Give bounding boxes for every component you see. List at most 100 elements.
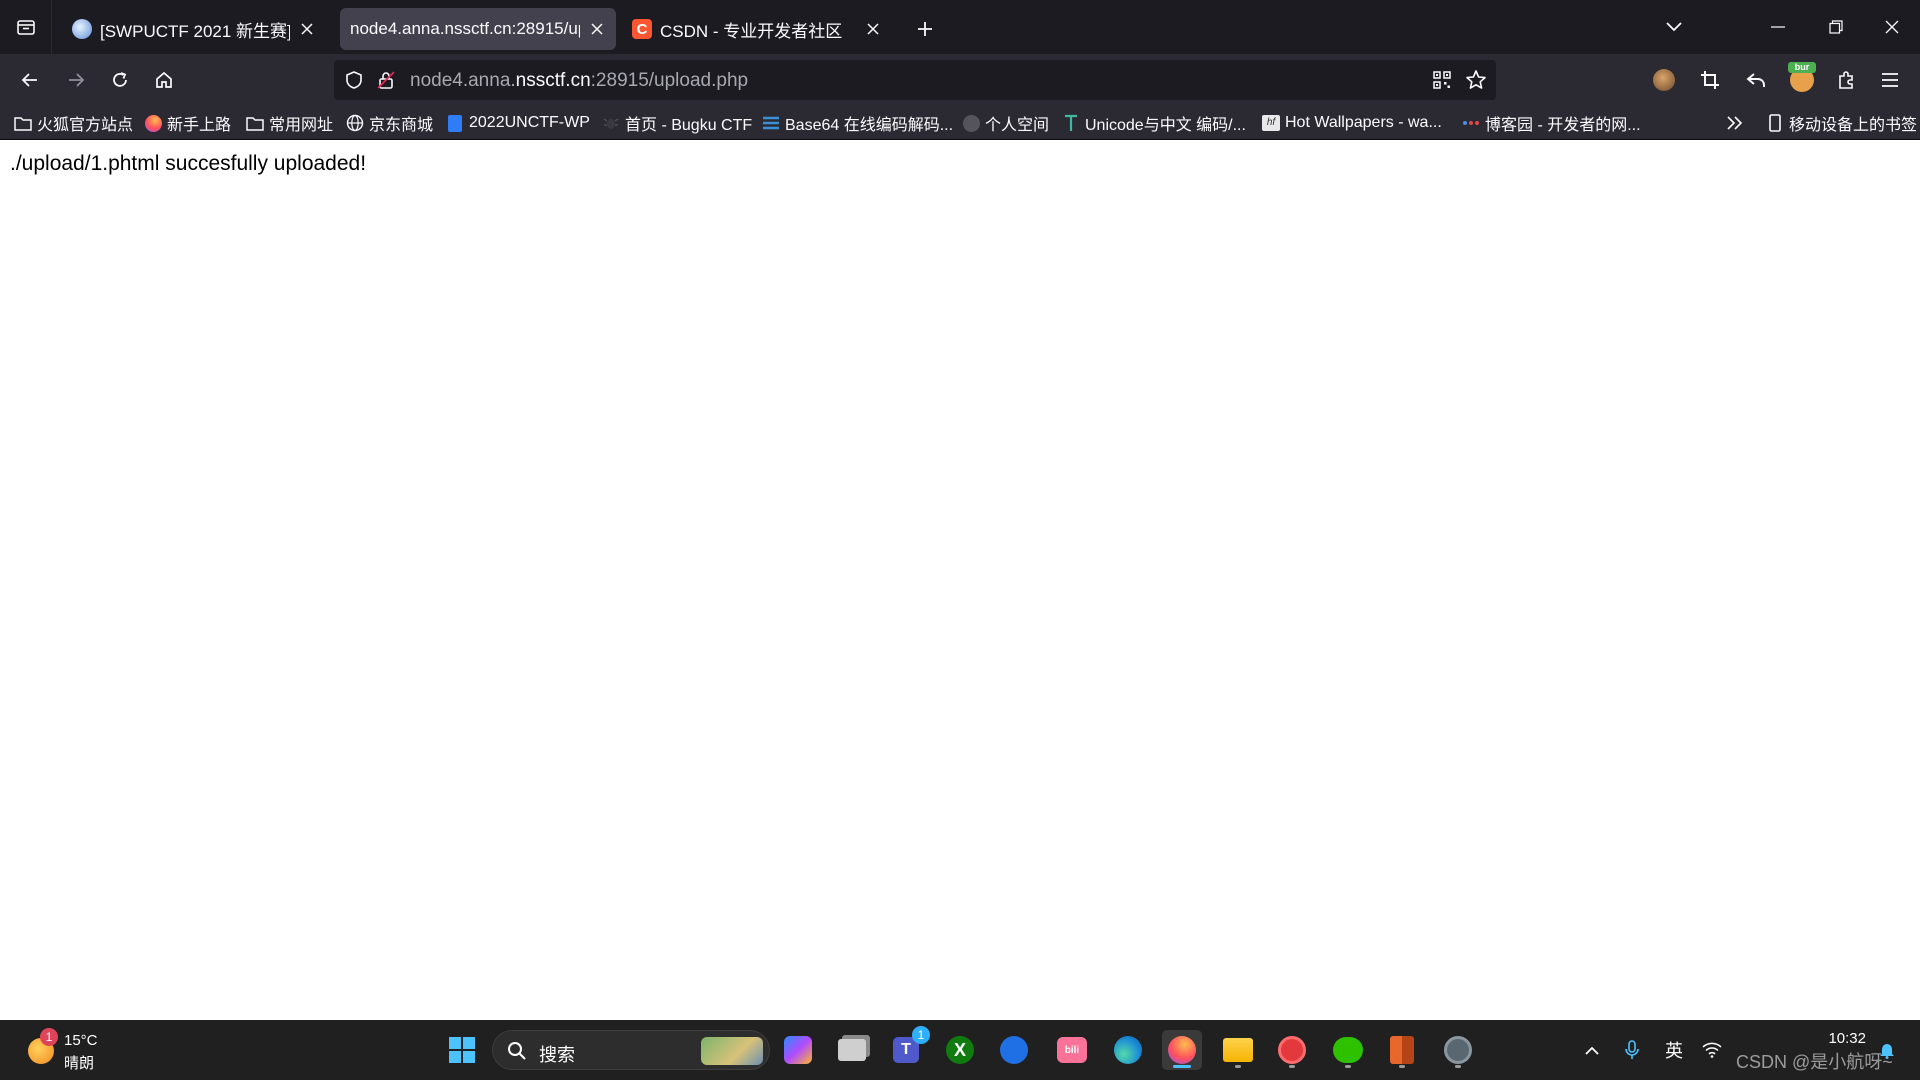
burp-suite-icon <box>1390 1036 1414 1064</box>
close-icon <box>1885 20 1899 34</box>
active-indicator <box>1173 1065 1191 1068</box>
new-tab-button[interactable] <box>910 14 940 44</box>
taskbar-app-edge[interactable] <box>1108 1030 1148 1070</box>
app-menu-button[interactable] <box>1872 62 1908 98</box>
mobile-device-icon <box>1766 114 1784 132</box>
forward-button[interactable] <box>58 62 94 98</box>
search-label: 搜索 <box>539 1045 575 1065</box>
close-window-button[interactable] <box>1864 0 1920 54</box>
sync-icon <box>1444 1036 1472 1064</box>
running-indicator <box>1345 1065 1351 1068</box>
bookmark-folder-firefox-sites[interactable]: 火狐官方站点 <box>14 110 133 136</box>
reload-button[interactable] <box>102 62 138 98</box>
microphone-button[interactable] <box>1620 1036 1644 1064</box>
tab-upload-php[interactable]: node4.anna.nssctf.cn:28915/upload.php <box>340 8 616 50</box>
input-method-indicator[interactable]: 英 <box>1660 1036 1688 1064</box>
bookmark-hot-wallpapers[interactable]: hf Hot Wallpapers - wa... <box>1262 110 1442 136</box>
bookmark-label: 首页 - Bugku CTF <box>625 117 753 134</box>
wifi-button[interactable] <box>1700 1036 1724 1064</box>
navigation-toolbar: node4.anna.nssctf.cn:28915/upload.php bu… <box>0 54 1920 106</box>
running-indicator <box>1289 1065 1295 1068</box>
page-content: ./upload/1.phtml succesfully uploaded! <box>0 140 1920 1020</box>
restore-button[interactable] <box>1808 0 1864 54</box>
running-indicator <box>1235 1065 1241 1068</box>
weather-widget[interactable]: 1 15°C 晴朗 <box>24 1028 114 1072</box>
puzzle-icon <box>1839 71 1853 89</box>
bookmark-label: 个人空间 <box>985 117 1050 134</box>
csdn-watermark: CSDN @是小航呀~ <box>1736 1052 1893 1072</box>
plus-icon <box>918 22 932 36</box>
bookmark-cnblogs[interactable]: 博客园 - 开发者的网... <box>1462 110 1641 136</box>
running-indicator <box>1455 1065 1461 1068</box>
taskbar-app-file-explorer[interactable] <box>1218 1030 1258 1070</box>
taskbar-app-xbox[interactable]: X <box>940 1030 980 1070</box>
taskbar-search[interactable]: 搜索 <box>492 1030 770 1070</box>
url-host: nssctf.cn <box>515 70 591 91</box>
tab-list-button[interactable] <box>0 0 52 54</box>
arrow-left-icon <box>21 73 37 87</box>
back-button[interactable] <box>12 62 48 98</box>
bookmark-personal-space[interactable]: 个人空间 <box>962 110 1049 136</box>
circle-icon <box>962 114 980 132</box>
qr-code-icon[interactable] <box>1430 68 1454 92</box>
burp-proxy-extension-button[interactable]: bur <box>1784 62 1820 98</box>
tracking-protection-shield-icon[interactable] <box>342 68 366 92</box>
bookmark-bugku[interactable]: 首页 - Bugku CTF <box>602 110 752 136</box>
folder-icon <box>14 114 32 132</box>
reload-icon <box>113 72 127 87</box>
screenshot-button[interactable] <box>1692 62 1728 98</box>
extensions-button[interactable] <box>1828 62 1864 98</box>
search-highlight-illustration-icon <box>701 1037 763 1065</box>
taskbar-app-burp-suite[interactable] <box>1382 1030 1422 1070</box>
taskbar-app-feishu[interactable] <box>994 1030 1034 1070</box>
folder-icon <box>1223 1038 1253 1062</box>
url-prefix: node4.anna. <box>410 70 516 91</box>
taskbar-app-firefox[interactable] <box>1162 1030 1202 1070</box>
stack-icon <box>762 114 780 132</box>
double-chevron-right-icon <box>1727 116 1743 130</box>
start-button[interactable] <box>442 1030 482 1070</box>
bookmark-base64[interactable]: Base64 在线编码解码... <box>762 110 953 136</box>
clock[interactable]: 10:32 <box>1826 1030 1866 1047</box>
weather-temp: 15°C <box>64 1032 98 1049</box>
bookmark-label: 移动设备上的书签 <box>1789 117 1918 134</box>
taskbar-app-bilibili[interactable]: bili <box>1052 1030 1092 1070</box>
taskbar-app-wechat[interactable] <box>1328 1030 1368 1070</box>
home-icon <box>156 71 172 88</box>
taskbar-app-sync[interactable] <box>1438 1030 1478 1070</box>
close-tab-icon[interactable] <box>298 20 316 38</box>
close-tab-icon[interactable] <box>864 20 882 38</box>
bookmark-star-icon[interactable] <box>1464 68 1488 92</box>
taskbar-app-teams[interactable]: T 1 <box>886 1026 930 1070</box>
bookmark-label: 火狐官方站点 <box>37 117 134 134</box>
avatar-extension-button[interactable] <box>1646 62 1682 98</box>
show-hidden-icons-button[interactable] <box>1580 1036 1604 1064</box>
bookmark-unicode-converter[interactable]: Unicode与中文 编码/... <box>1062 110 1246 136</box>
doc-icon <box>446 114 464 132</box>
taskbar-app-netease-music[interactable] <box>1272 1030 1312 1070</box>
close-tab-icon[interactable] <box>588 20 606 38</box>
bookmarks-overflow-button[interactable] <box>1726 110 1744 136</box>
tab-manager-icon <box>16 20 35 35</box>
insecure-lock-icon[interactable] <box>374 68 398 92</box>
bookmark-label: 2022UNCTF-WP <box>469 114 590 131</box>
firefox-icon <box>144 114 162 132</box>
url-text[interactable]: node4.anna.nssctf.cn:28915/upload.php <box>410 70 748 92</box>
bookmark-unctf-wp[interactable]: 2022UNCTF-WP <box>446 110 590 136</box>
home-button[interactable] <box>146 62 182 98</box>
url-bar[interactable]: node4.anna.nssctf.cn:28915/upload.php <box>334 60 1496 100</box>
tab-nssctf-challenge[interactable]: [SWPUCTF 2021 新生赛]easyupload <box>62 8 326 50</box>
bookmark-jd[interactable]: 京东商城 <box>346 110 433 136</box>
mobile-bookmarks-folder[interactable]: 移动设备上的书签 <box>1766 110 1917 136</box>
undo-extension-button[interactable] <box>1738 62 1774 98</box>
taskbar-app-task-view[interactable] <box>832 1030 872 1070</box>
taskbar-app-copilot[interactable] <box>778 1030 818 1070</box>
image-icon: hf <box>1262 114 1280 132</box>
bookmark-label: Unicode与中文 编码/... <box>1085 117 1246 134</box>
bookmark-getting-started[interactable]: 新手上路 <box>144 110 231 136</box>
avatar <box>1653 69 1675 91</box>
bookmark-folder-common-sites[interactable]: 常用网址 <box>246 110 333 136</box>
list-all-tabs-button[interactable] <box>1646 0 1702 54</box>
minimize-button[interactable] <box>1750 0 1806 54</box>
tab-csdn[interactable]: C CSDN - 专业开发者社区 <box>622 8 892 50</box>
